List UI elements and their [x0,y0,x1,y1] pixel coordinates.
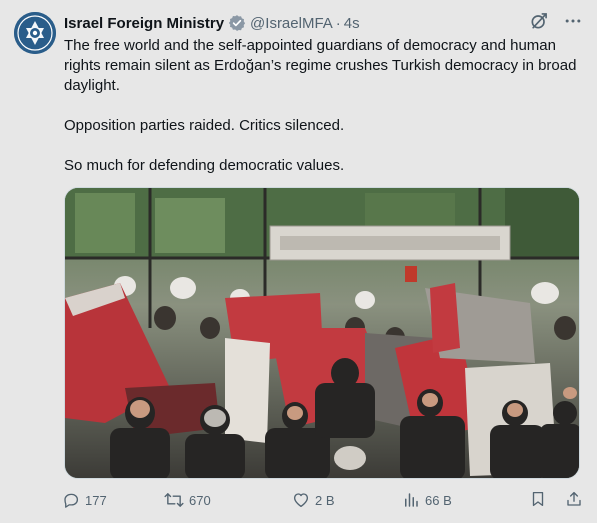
retweet-button[interactable]: 670 [144,491,264,509]
tweet-photo[interactable] [64,187,580,479]
avatar[interactable] [14,12,56,54]
tweet-text: The free world and the self-appointed gu… [64,36,584,196]
timestamp[interactable]: 4s [344,15,360,32]
bookmark-icon[interactable] [529,490,547,511]
reply-count: 177 [85,492,107,508]
handle[interactable]: @IsraelMFA [250,15,333,32]
ministry-logo-icon [14,12,56,54]
retweet-icon [164,491,184,509]
tweet-header: Israel Foreign Ministry @IsraelMFA · 4s [64,12,583,34]
like-count: 2 B [315,492,335,508]
display-name[interactable]: Israel Foreign Ministry [64,15,224,32]
views-count: 66 B [425,492,452,508]
more-icon[interactable] [563,11,583,35]
verified-badge-icon[interactable] [228,14,246,32]
like-icon [292,491,310,509]
tweet-paragraph-2: Opposition parties raided. Critics silen… [64,117,345,134]
protest-photo-image [65,188,579,478]
share-icon[interactable] [565,490,583,511]
tweet-card[interactable]: Israel Foreign Ministry @IsraelMFA · 4s [0,0,597,523]
views-button[interactable]: 66 B [372,491,482,509]
header-actions [529,11,583,35]
views-icon [402,491,420,509]
grok-icon[interactable] [529,11,549,35]
tweet-paragraph-1: The free world and the self-appointed gu… [64,37,577,94]
tweet-paragraph-3: So much for defending democratic values. [64,157,345,174]
tweet-actions: 177 670 2 B 66 B [62,489,583,511]
like-button[interactable]: 2 B [264,491,372,509]
reply-icon [62,491,80,509]
separator-dot: · [335,14,341,32]
retweet-count: 670 [189,492,211,508]
tweet-actions-end [529,490,583,511]
reply-button[interactable]: 177 [62,491,144,509]
